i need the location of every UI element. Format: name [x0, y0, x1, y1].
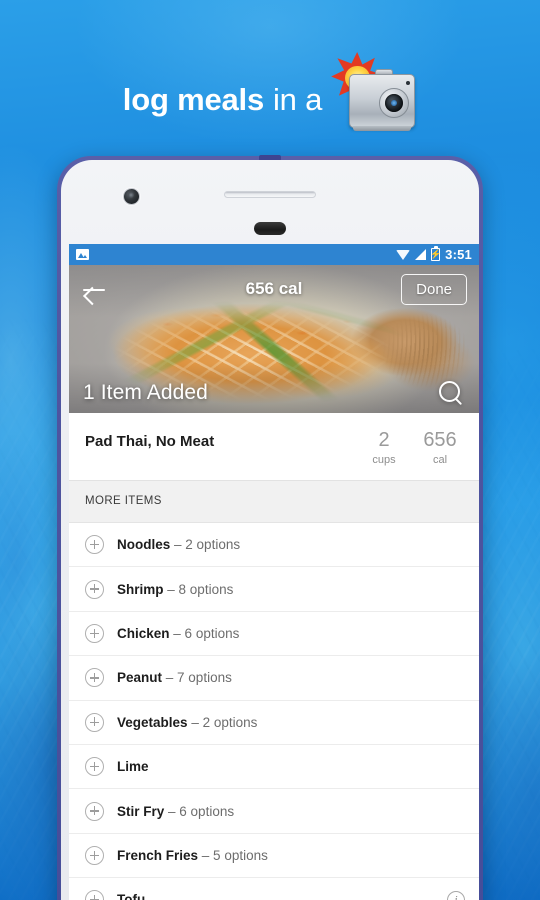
- plus-circle-icon[interactable]: [85, 535, 104, 555]
- camera-base: [353, 126, 412, 131]
- status-bar-clock: 3:51: [445, 247, 472, 262]
- selected-food-metric-quantity: 2 cups: [361, 429, 407, 466]
- status-bar: ⚡ 3:51: [69, 244, 479, 265]
- list-item-text: Noodles – 2 options: [117, 537, 240, 552]
- hero-bottom-bar: 1 Item Added: [69, 379, 479, 407]
- plus-circle-icon[interactable]: [85, 579, 104, 599]
- list-item-options-count: – 5 options: [201, 847, 268, 863]
- more-items-section-header: MORE ITEMS: [69, 481, 479, 523]
- list-item-text: French Fries – 5 options: [117, 848, 268, 863]
- status-bar-left: [76, 249, 89, 260]
- list-item[interactable]: Noodles – 2 options: [69, 523, 479, 568]
- metric-value: 2: [378, 429, 390, 451]
- plus-circle-icon[interactable]: [85, 845, 104, 865]
- plus-circle-icon[interactable]: [85, 757, 104, 777]
- more-items-list: Noodles – 2 options Shrimp – 8 options Chi…: [69, 523, 479, 900]
- metric-value: 656: [423, 429, 457, 451]
- phone-mockup: ⚡ 3:51 656 cal Done 1 Item Added Pad Tha…: [57, 155, 483, 900]
- phone-screen: ⚡ 3:51 656 cal Done 1 Item Added Pad Tha…: [69, 244, 479, 900]
- earpiece-speaker-icon: [224, 191, 316, 198]
- list-item[interactable]: Chicken – 6 options: [69, 612, 479, 657]
- phone-body: ⚡ 3:51 656 cal Done 1 Item Added Pad Tha…: [61, 160, 479, 900]
- headline-strong-text: log meals: [122, 82, 264, 117]
- list-item-options-count: – 6 options: [168, 803, 235, 819]
- front-camera-icon: [123, 188, 140, 205]
- info-circle-icon[interactable]: i: [447, 890, 465, 900]
- list-item-name: Shrimp: [117, 581, 164, 597]
- list-item-text: Tofu: [117, 892, 145, 900]
- list-item-text: Lime: [117, 759, 149, 774]
- selected-food-row[interactable]: Pad Thai, No Meat 2 cups 656 cal: [69, 413, 479, 481]
- list-item-name: Tofu: [117, 892, 146, 900]
- proximity-sensor-icon: [254, 222, 286, 235]
- selected-food-name: Pad Thai, No Meat: [85, 433, 215, 450]
- list-item-name: French Fries: [117, 847, 199, 863]
- list-item-text: Chicken – 6 options: [117, 626, 239, 641]
- list-item-name: Lime: [117, 759, 149, 775]
- list-item[interactable]: Shrimp – 8 options: [69, 567, 479, 612]
- camera-with-flash-icon: [331, 52, 417, 142]
- list-item[interactable]: French Fries – 5 options: [69, 834, 479, 879]
- list-item[interactable]: Peanut – 7 options: [69, 656, 479, 701]
- metric-unit: cups: [372, 454, 396, 466]
- list-item-name: Stir Fry: [117, 803, 165, 819]
- headline-light-text: in a: [273, 82, 323, 117]
- camera-lens-icon: [379, 88, 410, 118]
- list-item-name: Chicken: [117, 625, 170, 641]
- photo-notification-icon: [76, 249, 89, 260]
- back-arrow-icon[interactable]: [81, 276, 107, 302]
- promo-headline: log meals in a: [0, 52, 540, 142]
- wifi-icon: [396, 249, 411, 260]
- plus-circle-icon[interactable]: [85, 801, 104, 821]
- list-item-options-count: – 2 options: [191, 714, 258, 730]
- list-item-text: Stir Fry – 6 options: [117, 804, 234, 819]
- list-item-text: Shrimp – 8 options: [117, 582, 233, 597]
- selected-food-metric-calories: 656 cal: [417, 429, 463, 466]
- battery-charging-icon: ⚡: [430, 248, 442, 261]
- list-item-name: Noodles: [117, 537, 171, 553]
- list-item-text: Peanut – 7 options: [117, 670, 232, 685]
- list-item[interactable]: Lime: [69, 745, 479, 790]
- status-bar-right: ⚡ 3:51: [396, 247, 472, 262]
- list-item-options-count: – 2 options: [174, 537, 241, 553]
- list-item-options-count: – 7 options: [165, 670, 232, 686]
- search-icon[interactable]: [437, 379, 465, 407]
- list-item[interactable]: Vegetables – 2 options: [69, 701, 479, 745]
- list-item[interactable]: Tofu i: [69, 878, 479, 900]
- cell-signal-icon: [415, 249, 427, 260]
- done-button[interactable]: Done: [401, 273, 467, 305]
- list-item-options-count: – 6 options: [173, 625, 240, 641]
- list-item-options-count: – 8 options: [167, 581, 234, 597]
- items-added-label: 1 Item Added: [83, 381, 208, 404]
- food-photo-header: 656 cal Done 1 Item Added: [69, 265, 479, 413]
- plus-circle-icon[interactable]: [85, 623, 104, 643]
- list-item[interactable]: Stir Fry – 6 options: [69, 789, 479, 834]
- metric-unit: cal: [432, 454, 448, 466]
- list-item-name: Vegetables: [117, 714, 188, 730]
- plus-circle-icon[interactable]: [85, 890, 104, 900]
- plus-circle-icon[interactable]: [85, 668, 104, 688]
- hero-top-bar: 656 cal Done: [69, 265, 479, 313]
- plus-circle-icon[interactable]: [85, 712, 104, 732]
- list-item-text: Vegetables – 2 options: [117, 715, 257, 730]
- list-item-name: Peanut: [117, 670, 163, 686]
- promo-screenshot: log meals in a ⚡ 3:51 656 cal Done 1 Ite…: [0, 0, 540, 900]
